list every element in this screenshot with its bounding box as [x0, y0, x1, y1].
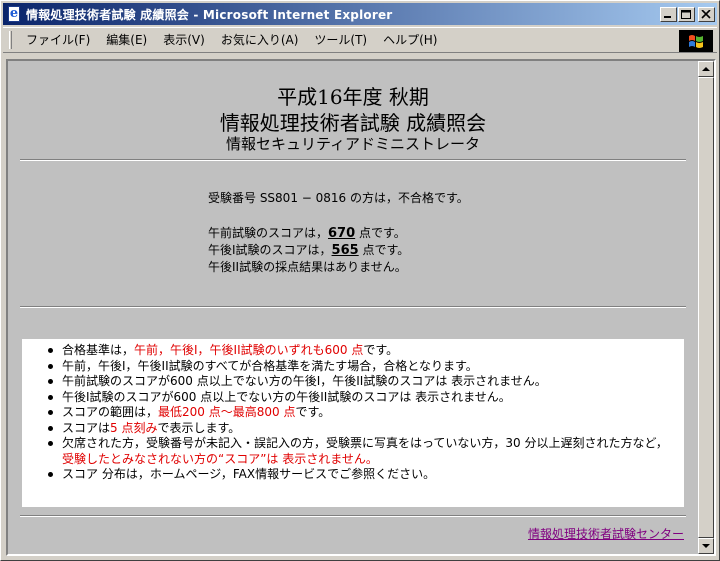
- browser-window: e 情報処理技術者試験 成績照会 - Microsoft Internet Ex…: [0, 0, 720, 561]
- am-score-unit: 点です。: [355, 226, 406, 240]
- windows-logo-icon: [679, 30, 713, 52]
- maximize-button[interactable]: [678, 6, 695, 22]
- page-viewport: 平成16年度 秋期 情報処理技術者試験 成績照会 情報セキュリティアドミニストレ…: [6, 59, 716, 556]
- divider: [20, 159, 686, 161]
- notes-list: 合格基準は，午前，午後I，午後II試験のいずれも600 点です。 午前，午後I，…: [30, 343, 674, 483]
- window-controls: [659, 6, 715, 22]
- am-score-value: 670: [328, 226, 356, 241]
- maximize-icon: [681, 9, 691, 19]
- page-heading-term: 平成16年度 秋期: [277, 85, 429, 109]
- menu-file[interactable]: ファイル(F): [18, 30, 98, 50]
- scrollbar-thumb[interactable]: [698, 77, 714, 538]
- arrow-down-icon: [702, 544, 710, 548]
- toolbar-grip[interactable]: [9, 31, 12, 49]
- pm1-score-unit: 点です。: [358, 243, 410, 257]
- list-item: 午後I試験のスコアが600 点以上でない方の午後II試験のスコアは 表示されませ…: [30, 390, 674, 406]
- list-item: スコアは5 点刻みで表示します。: [30, 421, 674, 437]
- pm1-score-label: 午後I試験のスコアは，: [208, 243, 332, 257]
- page-content: 平成16年度 秋期 情報処理技術者試験 成績照会 情報セキュリティアドミニストレ…: [8, 61, 698, 554]
- page-heading-title: 情報処理技術者試験 成績照会: [219, 111, 487, 135]
- close-icon: [701, 9, 711, 19]
- divider: [20, 306, 686, 308]
- list-item: 午前試験のスコアが600 点以上でない方の午後I，午後II試験のスコアは 表示さ…: [30, 374, 674, 390]
- arrow-up-icon: [702, 67, 710, 71]
- menu-tools[interactable]: ツール(T): [306, 30, 375, 50]
- menu-help[interactable]: ヘルプ(H): [375, 30, 445, 50]
- menu-favorites[interactable]: お気に入り(A): [213, 30, 307, 50]
- list-item: 合格基準は，午前，午後I，午後II試験のいずれも600 点です。: [30, 343, 674, 359]
- list-item: 午前，午後I，午後II試験のすべてが合格基準を満たす場合，合格となります。: [30, 359, 674, 375]
- exam-center-link[interactable]: 情報処理技術者試験センター: [528, 525, 684, 542]
- scroll-up-button[interactable]: [698, 61, 714, 77]
- list-item: 欠席された方，受験番号が未記入・誤記入の方，受験票に写真をはっていない方，30 …: [30, 436, 674, 467]
- close-button[interactable]: [698, 6, 715, 22]
- pm2-score-line: 午後II試験の採点結果はありません。: [208, 260, 407, 274]
- vertical-scrollbar[interactable]: [698, 61, 714, 554]
- am-score-line: 午前試験のスコアは，670 点です。: [208, 224, 406, 241]
- minimize-button[interactable]: [660, 6, 677, 22]
- am-score-label: 午前試験のスコアは，: [208, 226, 329, 240]
- menu-bar: ファイル(F) 編集(E) 表示(V) お気に入り(A) ツール(T) ヘルプ(…: [3, 27, 717, 53]
- pm1-score-line: 午後I試験のスコアは，565 点です。: [208, 241, 409, 258]
- title-bar[interactable]: e 情報処理技術者試験 成績照会 - Microsoft Internet Ex…: [3, 3, 717, 25]
- pm1-score-value: 565: [331, 243, 359, 258]
- menu-view[interactable]: 表示(V): [155, 30, 213, 50]
- list-item: スコアの範囲は，最低200 点〜最高800 点です。: [30, 405, 674, 421]
- minimize-icon: [664, 15, 671, 18]
- ie-page-icon[interactable]: e: [6, 6, 22, 22]
- list-item: スコア 分布は，ホームページ，FAX情報サービスでご参照ください。: [30, 467, 674, 483]
- page-heading-category: 情報セキュリティアドミニストレータ: [225, 135, 481, 153]
- divider: [20, 515, 686, 517]
- result-status: 受験番号 SS801 − 0816 の方は，不合格です。: [208, 191, 469, 205]
- scroll-down-button[interactable]: [698, 538, 714, 554]
- notes-box: 合格基準は，午前，午後I，午後II試験のいずれも600 点です。 午前，午後I，…: [22, 339, 684, 507]
- menu-edit[interactable]: 編集(E): [98, 30, 155, 50]
- window-title: 情報処理技術者試験 成績照会 - Microsoft Internet Expl…: [26, 7, 393, 22]
